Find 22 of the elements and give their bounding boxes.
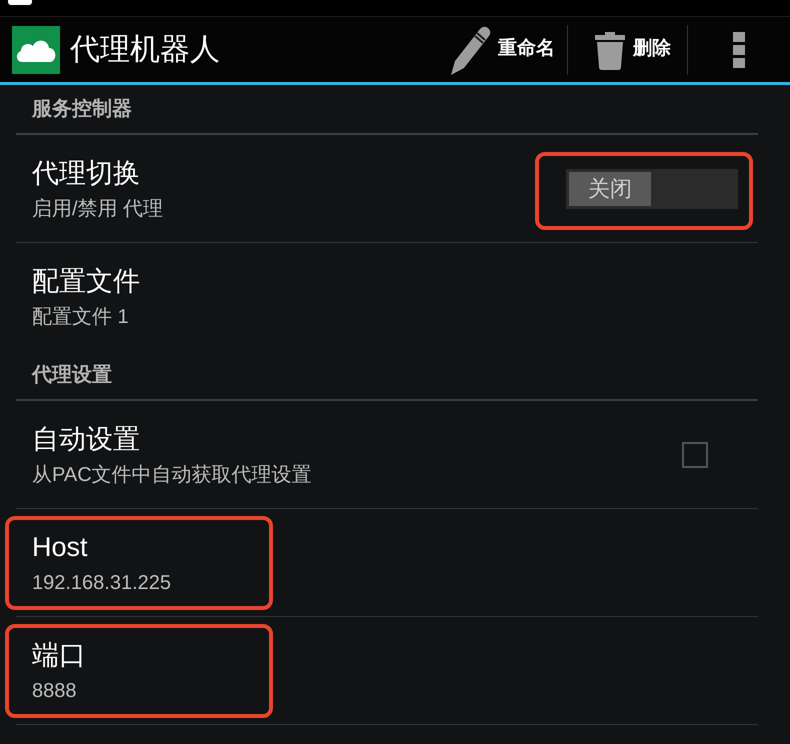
item-title: Host	[32, 530, 89, 564]
app-title: 代理机器人	[70, 34, 220, 64]
item-summary: 192.168.31.225	[32, 570, 172, 596]
status-bar-icon	[8, 0, 32, 5]
item-summary: 从PAC文件中自动获取代理设置	[32, 462, 312, 488]
pencil-icon	[451, 24, 491, 74]
item-title: 自动设置	[32, 422, 141, 456]
item-summary: 启用/禁用 代理	[32, 196, 164, 222]
toggle-switch[interactable]: 关闭	[566, 168, 738, 208]
trash-icon	[594, 30, 626, 70]
section-header: 服务控制器	[32, 97, 132, 121]
item-title: 代理切换	[32, 156, 141, 190]
menu-icon	[733, 32, 745, 68]
item-title: 配置文件	[32, 265, 140, 298]
item-summary: 8888	[32, 678, 78, 704]
checkbox[interactable]	[682, 442, 708, 468]
item-summary: 配置文件 1	[32, 305, 130, 330]
delete-button[interactable]: 删除	[568, 20, 687, 80]
cloud-icon	[12, 26, 60, 74]
item-title: 端口	[32, 638, 86, 672]
section-header: 代理设置	[32, 363, 112, 387]
rename-button[interactable]: 重命名	[443, 20, 567, 80]
